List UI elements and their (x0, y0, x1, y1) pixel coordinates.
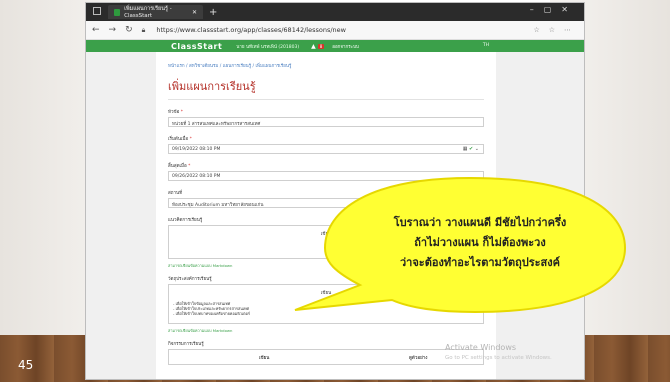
window-menu-icon[interactable] (93, 7, 101, 15)
topic-label: หัวข้อ * (168, 110, 183, 115)
classstart-logo[interactable]: ClassStart (171, 42, 222, 51)
window-controls[interactable]: –▢✕ (530, 5, 578, 14)
callout-line-3: ว่าจะต้องทำอะไรตามวัตถุประสงค์ (399, 256, 560, 269)
breadcrumb[interactable]: หน้าแรก / สหวิชาเดียนรม / แผนการเรียนรู้… (168, 62, 484, 69)
lock-icon: 🔒︎ (141, 25, 146, 34)
tab-close-icon[interactable]: ✕ (192, 9, 197, 16)
start-date-input[interactable]: 09/19/2022 08:10 PM ▦ ✔ ⌄ (168, 144, 484, 154)
end-label: สิ้นสุดเมื่อ * (168, 164, 191, 169)
browser-tab[interactable]: เพิ่มแผนการเรียนรู้ - ClassStart ✕ (108, 5, 203, 19)
browser-window: เพิ่มแผนการเรียนรู้ - ClassStart ✕ + –▢✕… (85, 2, 585, 380)
slide-number: 45 (18, 358, 34, 372)
markdown-note-2[interactable]: สามารถเขียนข้อความแบบ Markdown (168, 328, 484, 334)
objective-list: - เพื่อให้เข้าใจข้อมูลและสารสนเทศ - เพื่… (173, 301, 250, 316)
objective-editor[interactable]: เขียน - เพื่อให้เข้าใจข้อมูลและสารสนเทศ … (168, 284, 484, 324)
bell-icon[interactable]: ▲ (311, 43, 316, 50)
place-input[interactable]: ห้องประชุม Auditorium มหาวิทยาลัยขอนแก่น (168, 198, 484, 208)
new-tab-icon[interactable]: + (209, 7, 217, 18)
start-label: เริ่มต้นเมื่อ * (168, 137, 192, 142)
browser-toolbar-icons[interactable]: ☆☆⋯ (533, 26, 584, 34)
user-name[interactable]: นาย นทีเทพ์ นรทเพิน์ (201803) (236, 43, 299, 50)
topic-input[interactable]: หน่วยที่ 1 สารสนเทศและทรัพยากรสารสนเทศ (168, 117, 484, 127)
activation-watermark: Activate Windows (445, 343, 517, 352)
place-label: สถานที่ (168, 191, 183, 196)
activity-label: กิจกรรมการเรียนรู้ (168, 342, 204, 347)
end-date-value: 09/26/2022 08:10 PM (172, 174, 221, 179)
objective-item: - เพื่อให้เข้าใจบทบาทของเครือข่ายคอมพิวเ… (173, 311, 250, 316)
activity-write-tab[interactable]: เขียน (259, 354, 269, 361)
activity-preview-tab[interactable]: ดูตัวอย่าง (409, 354, 427, 361)
activation-watermark-sub: Go to PC settings to activate Windows. (445, 355, 552, 361)
forward-icon[interactable]: → (109, 25, 117, 35)
tab-title: เพิ่มแผนการเรียนรู้ - ClassStart (124, 6, 172, 19)
url-field[interactable]: https://www.classstart.org/app/classes/6… (156, 26, 346, 34)
activity-editor[interactable]: เขียน ดูตัวอย่าง (168, 349, 484, 365)
language-toggle[interactable]: TH (483, 43, 489, 48)
callout-line-2: ถ้าไม่วางแผน ก็ไม่ต้องพะวง (414, 236, 546, 249)
calendar-icon[interactable]: ▦ ✔ ⌄ (463, 146, 479, 152)
start-date-value: 09/19/2022 08:10 PM (172, 147, 221, 152)
address-bar-row: ← → ↻ 🔒︎ https://www.classstart.org/app/… (86, 21, 584, 40)
slide-background: 45 เพิ่มแผนการเรียนรู้ - ClassStart ✕ + … (0, 0, 670, 382)
refresh-icon[interactable]: ↻ (125, 25, 133, 35)
end-date-input[interactable]: 09/26/2022 08:10 PM (168, 171, 484, 181)
notification-badge: 8 (317, 43, 325, 49)
favicon-icon (114, 8, 121, 16)
classstart-header: ClassStart นาย นทีเทพ์ นรทเพิน์ (201803)… (86, 40, 584, 52)
callout-text: โบราณว่า วางแผนดี มีชัยไปกว่าครึ่ง ถ้าไม… (355, 213, 605, 273)
callout-line-1: โบราณว่า วางแผนดี มีชัยไปกว่าครึ่ง (393, 216, 567, 229)
objective-write-tab[interactable]: เขียน (169, 285, 483, 296)
logout-link[interactable]: ออกจากระบบ (332, 43, 359, 50)
objective-label: วัตถุประสงค์การเรียนรู้ (168, 277, 212, 282)
page-title: เพิ่มแผนการเรียนรู้ (168, 77, 484, 100)
back-icon[interactable]: ← (92, 25, 100, 35)
browser-tab-bar: เพิ่มแผนการเรียนรู้ - ClassStart ✕ + –▢✕ (86, 3, 584, 21)
